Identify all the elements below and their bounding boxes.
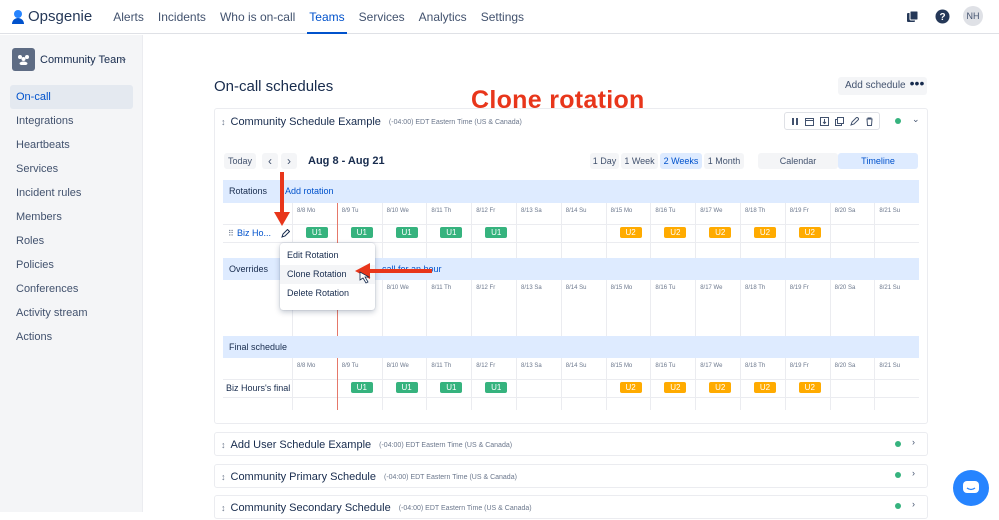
drag-handle-icon[interactable]: ↕ (221, 472, 226, 482)
chevron-right-icon[interactable]: › (912, 437, 915, 447)
schedule-header: ↕ Community Secondary Schedule (-04:00) … (215, 496, 927, 520)
status-dot (895, 472, 901, 478)
schedule-timezone: (-04:00) EDT Eastern Time (US & Canada) (384, 473, 517, 481)
schedule-name: Community Secondary Schedule (230, 502, 391, 514)
schedule-timezone: (-04:00) EDT Eastern Time (US & Canada) (398, 504, 532, 512)
chat-icon (963, 481, 979, 493)
schedule-timezone: (-04:00) EDT Eastern Time (US & Canada) (379, 441, 513, 449)
chat-support-button[interactable] (953, 470, 989, 506)
chevron-right-icon[interactable]: › (912, 499, 915, 509)
schedule-header: ↕ Add User Schedule Example (-04:00) EDT… (215, 433, 927, 457)
chevron-right-icon[interactable]: › (912, 468, 915, 478)
schedule-card-community-primary[interactable]: ↕ Community Primary Schedule (-04:00) ED… (214, 464, 928, 488)
schedule-header: ↕ Community Primary Schedule (-04:00) ED… (215, 465, 927, 489)
schedule-name: Add User Schedule Example (230, 439, 372, 451)
status-dot (895, 441, 901, 447)
schedule-card-add-user[interactable]: ↕ Add User Schedule Example (-04:00) EDT… (214, 432, 928, 456)
schedule-card-community-secondary[interactable]: ↕ Community Secondary Schedule (-04:00) … (214, 495, 928, 519)
drag-handle-icon[interactable]: ↕ (221, 440, 226, 450)
status-dot (895, 503, 901, 509)
schedule-name: Community Primary Schedule (230, 471, 377, 483)
arrow-down-to-edit-icon (274, 172, 290, 226)
